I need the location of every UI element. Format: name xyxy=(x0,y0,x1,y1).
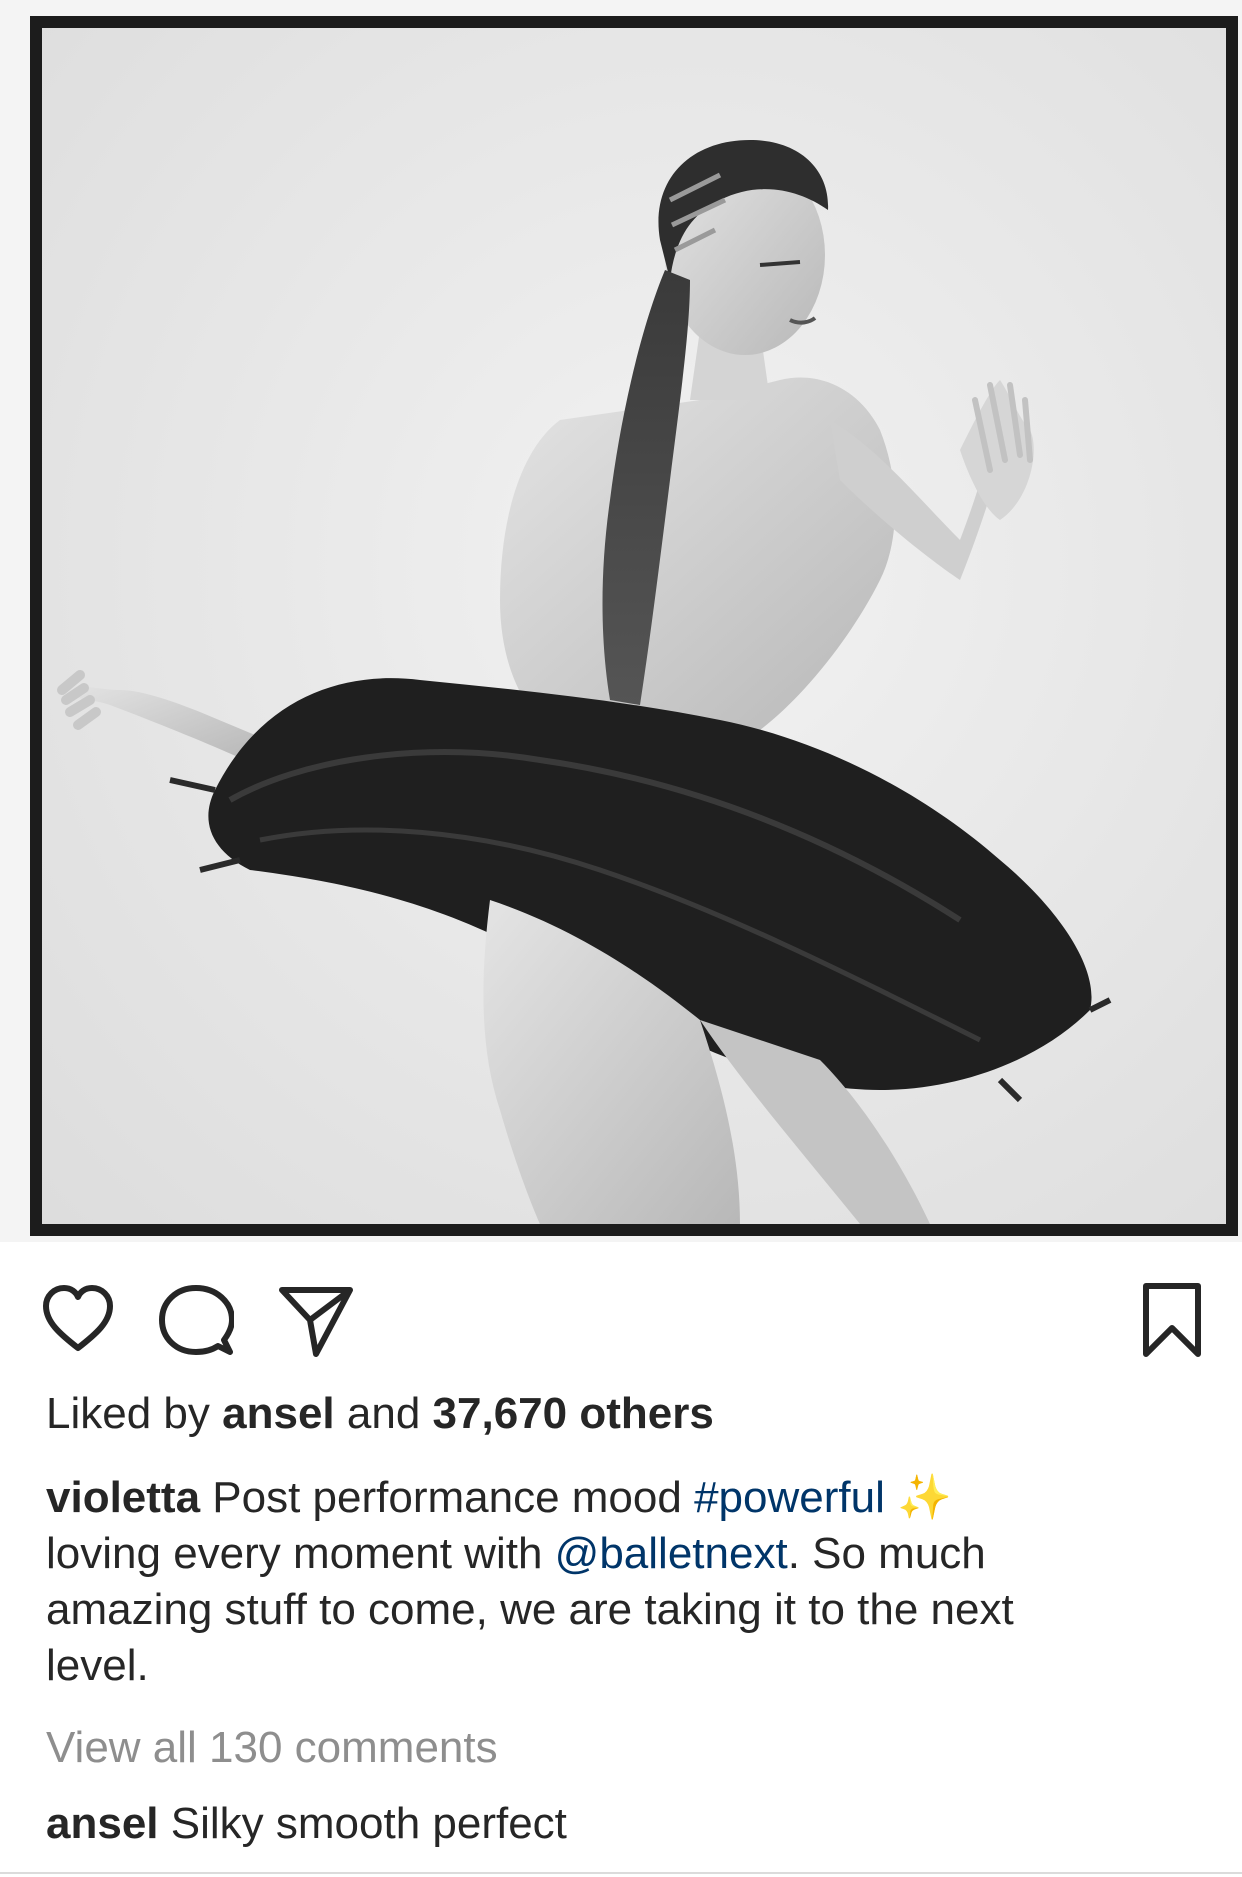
caption-text: level. xyxy=(46,1641,149,1690)
comment-item: ansel Silky smooth perfect xyxy=(46,1796,567,1852)
caption-username[interactable]: violetta xyxy=(46,1473,200,1522)
mention-link[interactable]: @balletnext xyxy=(555,1529,788,1578)
caption-text: Post performance mood xyxy=(212,1473,682,1522)
film-photo-image xyxy=(0,0,1242,1242)
post-caption: violetta Post performance mood #powerful… xyxy=(46,1470,1196,1694)
comment-text: Silky smooth perfect xyxy=(170,1799,567,1848)
liked-by-username[interactable]: ansel xyxy=(222,1389,335,1438)
comment-username[interactable]: ansel xyxy=(46,1799,159,1848)
caption-text: amazing stuff to come, we are taking it … xyxy=(46,1585,1014,1634)
hashtag-link[interactable]: #powerful xyxy=(694,1473,885,1522)
likes-others-count[interactable]: 37,670 others xyxy=(433,1389,714,1438)
likes-conjunction: and xyxy=(346,1389,421,1438)
post-action-bar xyxy=(0,1242,1242,1392)
post-photo[interactable] xyxy=(0,0,1242,1242)
likes-prefix: Liked by xyxy=(46,1389,210,1438)
view-all-comments-link[interactable]: View all 130 comments xyxy=(46,1720,498,1776)
caption-text: . So much xyxy=(787,1529,986,1578)
sparkles-emoji: ✨ xyxy=(897,1473,952,1522)
heart-icon[interactable] xyxy=(40,1282,116,1358)
caption-text: loving every moment with xyxy=(46,1529,543,1578)
divider xyxy=(0,1872,1242,1874)
speech-bubble-icon[interactable] xyxy=(158,1282,234,1358)
bookmark-icon[interactable] xyxy=(1134,1282,1210,1358)
likes-summary[interactable]: Liked by ansel and 37,670 others xyxy=(46,1386,714,1442)
paper-plane-icon[interactable] xyxy=(278,1282,354,1358)
